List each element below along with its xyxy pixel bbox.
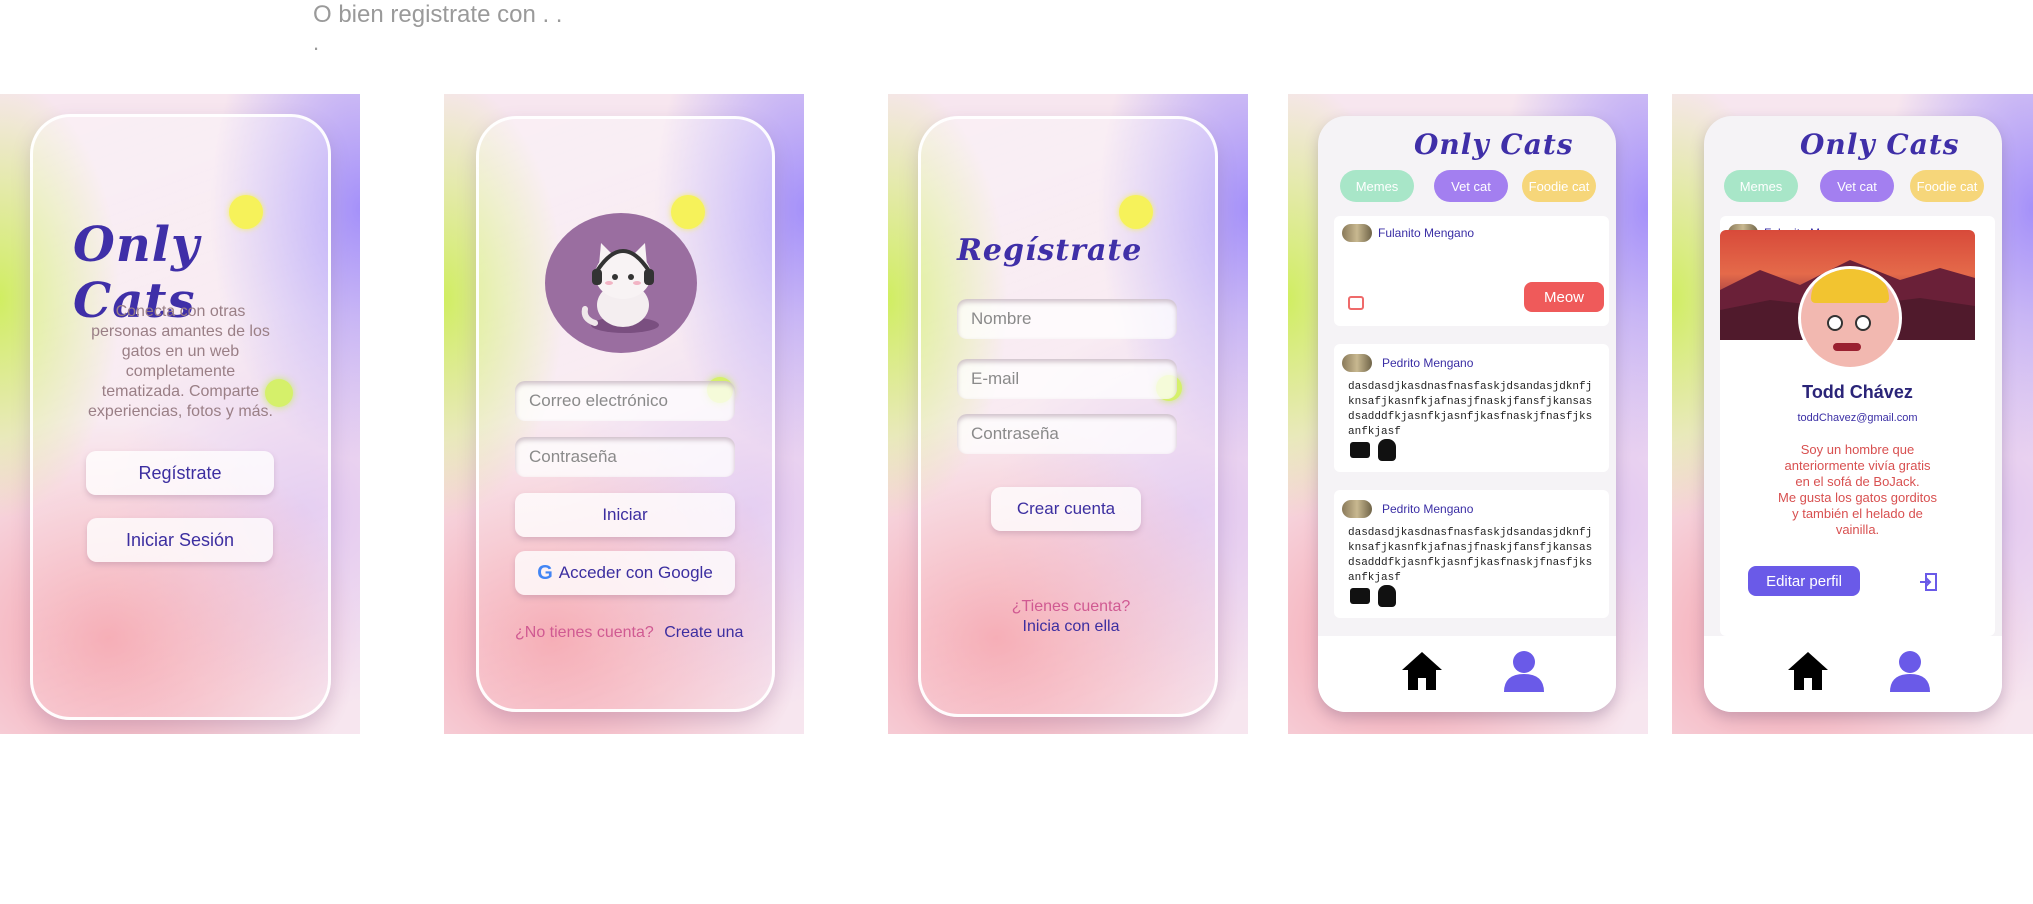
header-line: O bien registrate con . .: [313, 1, 563, 28]
login-screen: Correo electrónico Contraseña Iniciar G …: [444, 94, 804, 734]
email-field[interactable]: Correo electrónico: [515, 381, 735, 421]
avatar: [1342, 500, 1372, 518]
profile-avatar: [1798, 266, 1902, 370]
google-login-button[interactable]: G Acceder con Google: [515, 551, 735, 595]
bio-line: Me gusta los gatos gorditos: [1778, 490, 1937, 505]
comment-icon[interactable]: [1350, 588, 1370, 604]
password-field[interactable]: Contraseña: [515, 437, 735, 477]
login-link[interactable]: Inicia con ella: [981, 617, 1161, 637]
chip-memes[interactable]: Memes: [1724, 170, 1798, 202]
chip-foodie-cat[interactable]: Foodie cat: [1522, 170, 1596, 202]
phone-frame: Only Cats Memes Vet cat Foodie cat Fulan…: [1704, 116, 2002, 712]
no-account-text: ¿No tienes cuenta?: [515, 624, 654, 641]
app-description: Conecta con otras personas amantes de lo…: [88, 303, 273, 420]
post-author: Pedrito Mengano: [1382, 356, 1474, 370]
profile-bio: Soy un hombre que anteriormente vivía gr…: [1720, 442, 1995, 538]
email-field[interactable]: E-mail: [957, 359, 1177, 399]
login-prompt: ¿Tienes cuenta? Inicia con ella: [981, 597, 1161, 637]
post-composer: Fulanito Mengano Meow: [1334, 216, 1609, 326]
profile-email: toddChavez@gmail.com: [1797, 412, 1918, 424]
login-submit-button[interactable]: Iniciar: [515, 493, 735, 537]
profile-card: Fulanito Mengano Todd Chávez toddChavez@…: [1720, 216, 1995, 636]
user-icon[interactable]: [1888, 648, 1932, 692]
chip-foodie-cat[interactable]: Foodie cat: [1910, 170, 1984, 202]
splash-screen: Only Cats Conecta con otras personas ama…: [0, 94, 360, 734]
chip-memes[interactable]: Memes: [1340, 170, 1414, 202]
register-screen: Regístrate Nombre E-mail Contraseña Crea…: [888, 94, 1248, 734]
cat-avatar: [545, 213, 697, 353]
home-icon[interactable]: [1786, 650, 1830, 692]
profile-screen: Only Cats Memes Vet cat Foodie cat Fulan…: [1672, 94, 2033, 734]
bio-line: vainilla.: [1835, 522, 1880, 537]
signup-prompt: ¿No tienes cuenta? Create una: [515, 624, 743, 642]
google-icon: G: [537, 561, 553, 584]
register-button[interactable]: Regístrate: [86, 451, 274, 495]
cat-face-icon[interactable]: [1378, 585, 1396, 607]
chip-vet-cat[interactable]: Vet cat: [1434, 170, 1508, 202]
avatar: [1342, 354, 1372, 372]
chip-vet-cat[interactable]: Vet cat: [1820, 170, 1894, 202]
comment-icon[interactable]: [1350, 442, 1370, 458]
bio-line: Soy un hombre que: [1800, 442, 1915, 457]
avatar: [1342, 224, 1372, 242]
bio-line: en el sofá de BoJack.: [1795, 474, 1920, 489]
create-account-button[interactable]: Crear cuenta: [991, 487, 1141, 531]
user-icon[interactable]: [1502, 648, 1546, 692]
home-icon[interactable]: [1400, 650, 1444, 692]
bio-line: anteriormente vivía gratis: [1784, 458, 1931, 473]
phone-frame: Regístrate Nombre E-mail Contraseña Crea…: [918, 116, 1218, 717]
have-account-text: ¿Tienes cuenta?: [1011, 598, 1131, 615]
create-account-link[interactable]: Create una: [664, 624, 743, 641]
post-text: dasdasdjkasdnasfnasfaskjdsandasjdknfjkns…: [1348, 527, 1593, 584]
app-logo: Only Cats: [1800, 128, 1960, 161]
cat-face-icon[interactable]: [1378, 439, 1396, 461]
header-dot: .: [313, 30, 320, 55]
bio-line: y también el helado de: [1792, 506, 1923, 521]
google-login-label: Acceder con Google: [558, 563, 713, 582]
cat-with-headphones-icon: [581, 243, 659, 333]
post-text: dasdasdjkasdnasfnasfaskjdsandasjdknfjkns…: [1348, 381, 1593, 438]
logout-icon[interactable]: [1918, 572, 1938, 592]
phone-frame: Only Cats Conecta con otras personas ama…: [30, 114, 331, 720]
login-button[interactable]: Iniciar Sesión: [87, 518, 273, 562]
password-field[interactable]: Contraseña: [957, 414, 1177, 454]
app-logo: Only Cats: [1414, 128, 1574, 161]
bottom-nav: [1318, 636, 1616, 712]
phone-frame: Only Cats Memes Vet cat Foodie cat Fulan…: [1318, 116, 1616, 712]
feed-screen: Only Cats Memes Vet cat Foodie cat Fulan…: [1288, 94, 1648, 734]
decor-ball: [1119, 195, 1153, 229]
image-icon[interactable]: [1348, 296, 1364, 310]
phone-frame: Correo electrónico Contraseña Iniciar G …: [476, 116, 775, 712]
post-card: Pedrito Mengano dasdasdjkasdnasfnasfaskj…: [1334, 490, 1609, 618]
register-title: Regístrate: [957, 233, 1143, 268]
post-author: Pedrito Mengano: [1382, 502, 1474, 516]
bottom-nav: [1704, 636, 2002, 712]
meow-button[interactable]: Meow: [1524, 282, 1604, 312]
post-card: Pedrito Mengano dasdasdjkasdnasfnasfaskj…: [1334, 344, 1609, 472]
edit-profile-button[interactable]: Editar perfil: [1748, 566, 1860, 596]
composer-author: Fulanito Mengano: [1378, 226, 1475, 240]
name-field[interactable]: Nombre: [957, 299, 1177, 339]
profile-name: Todd Chávez: [1802, 382, 1913, 402]
